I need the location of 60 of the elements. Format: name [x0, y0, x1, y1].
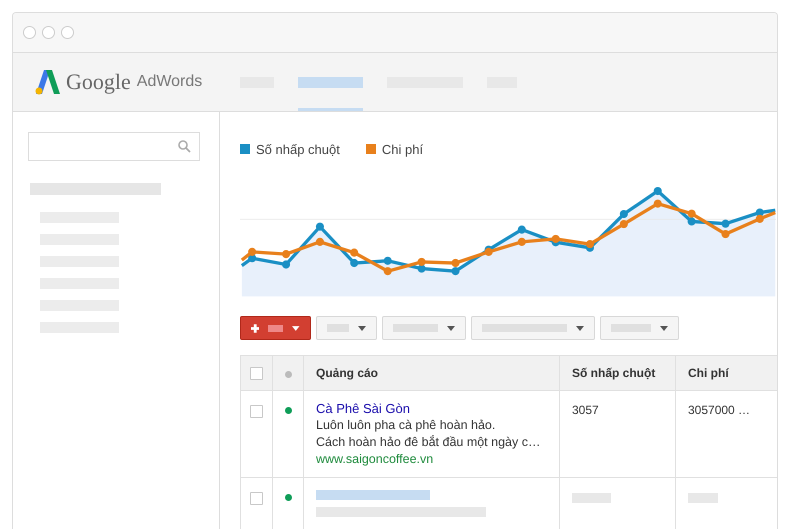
chart-point	[384, 256, 392, 265]
caret-icon	[292, 326, 300, 330]
chart-point	[586, 240, 594, 248]
table-cell: 3057000 …	[688, 403, 750, 417]
window-control-icon[interactable]	[23, 26, 36, 39]
status-dot	[284, 370, 292, 378]
chart-point	[756, 214, 764, 223]
ad-text: Cách hoàn hảo đê bắt đầu một ngày c…	[316, 434, 540, 451]
chart-point	[451, 258, 460, 268]
chart-point	[518, 226, 526, 234]
legend-label: Chi phí	[382, 142, 424, 156]
caret-icon	[358, 326, 366, 330]
ad-url: www.saigoncoffee.vn	[316, 451, 434, 468]
chart-point	[350, 258, 358, 268]
chart-point	[552, 234, 560, 243]
filter-dropdown[interactable]	[600, 316, 679, 340]
chart-point	[484, 248, 493, 256]
chart-point	[384, 267, 392, 276]
chart-point	[282, 250, 290, 258]
logo-brand: Google	[66, 69, 131, 95]
window-control-icon[interactable]	[61, 26, 74, 39]
logo-product: AdWords	[136, 73, 202, 91]
column-header[interactable]: Quảng cáo	[316, 366, 378, 380]
chart-point	[316, 238, 324, 246]
ad-text: Luôn luôn pha cà phê hoàn hảo.	[316, 417, 496, 434]
chart-point	[721, 230, 730, 238]
chart-point	[248, 248, 256, 256]
chart-point	[654, 186, 662, 196]
chart-point	[518, 238, 526, 246]
chart-point	[316, 222, 324, 231]
chart-point	[350, 248, 358, 257]
legend-label: Số nhấp chuột	[256, 142, 340, 156]
ad-title-link[interactable]: Cà Phê Sài Gòn	[316, 400, 410, 417]
plus-icon	[251, 324, 260, 332]
column-header[interactable]: Số nhấp chuột	[572, 366, 656, 380]
logo-icon	[35, 69, 61, 95]
search-icon	[178, 140, 191, 153]
checkbox[interactable]	[250, 492, 263, 505]
filter-dropdown[interactable]	[471, 316, 595, 340]
checkbox[interactable]	[250, 405, 263, 418]
window-control-icon[interactable]	[42, 26, 55, 39]
filter-dropdown[interactable]	[316, 316, 377, 340]
chart-point	[620, 220, 628, 228]
chart-point	[721, 220, 730, 228]
chart-point	[620, 210, 628, 218]
caret-icon	[660, 326, 668, 330]
chart-point	[451, 267, 460, 276]
chart-point	[418, 258, 426, 266]
caret-icon	[576, 326, 584, 330]
add-button[interactable]	[240, 316, 311, 340]
checkbox[interactable]	[250, 366, 263, 380]
column-header[interactable]: Chi phí	[688, 366, 729, 380]
chart-point	[282, 260, 290, 269]
table-cell: 3057	[572, 403, 599, 417]
chart-point	[688, 210, 696, 218]
chart-point	[688, 217, 696, 226]
caret-icon	[447, 326, 455, 330]
filter-dropdown[interactable]	[382, 316, 466, 340]
chart-point	[654, 200, 662, 208]
search-field[interactable]	[28, 132, 200, 161]
